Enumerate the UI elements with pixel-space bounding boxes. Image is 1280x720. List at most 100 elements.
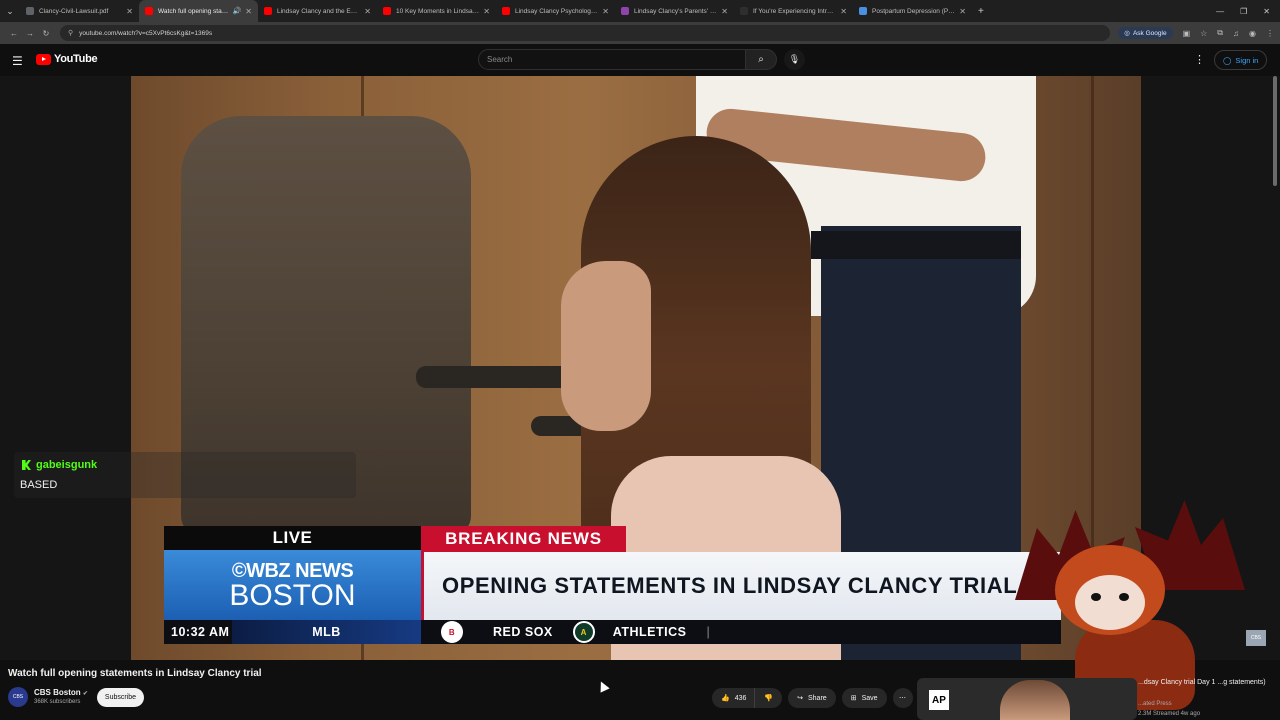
mascot-eye [1091,593,1101,601]
browser-tab[interactable]: Lindsay Clancy Psychologist Dr... ✕ [496,0,615,22]
tab-audio-icon[interactable]: 🔊 [233,7,242,15]
tab-favicon-icon [145,7,153,15]
url-field[interactable]: ⚲ youtube.com/watch?v=c5XvPt6csKg&t=1369… [60,25,1111,41]
video-title: Watch full opening statements in Lindsay… [8,668,262,679]
channel-name[interactable]: CBS Boston ✔ [34,688,88,697]
share-button[interactable]: ↪ Share [788,688,836,708]
browser-tab-strip: ⌄ Clancy-Civil-Lawsuit.pdf ✕ Watch full op… [0,0,1280,22]
tab-label: Lindsay Clancy Psychologist Dr... [515,7,598,15]
media-icon[interactable]: ♫ [1233,29,1239,38]
address-bar-row: ← → ↻ ⚲ youtube.com/watch?v=c5XvPt6csKg&… [0,22,1280,44]
chat-username-text: gabeisgunk [36,459,98,471]
save-button[interactable]: ⊞ Save [841,688,887,708]
google-lens-icon: ◎ [1124,30,1130,37]
live-tag: LIVE [164,526,421,550]
dislike-button[interactable]: 👎 [754,688,783,708]
tab-close-icon[interactable]: ✕ [245,7,252,16]
mascot-eye [1119,593,1129,601]
tab-close-icon[interactable]: ✕ [483,7,490,16]
minimize-icon[interactable]: — [1216,7,1224,16]
tab-label: Watch full opening stateme... [158,7,230,15]
save-label: Save [861,694,878,702]
youtube-wordmark: YouTube [54,53,98,65]
browser-tab[interactable]: Watch full opening stateme...🔊✕ [139,0,258,22]
account-icon: ◯ [1223,55,1232,65]
tab-close-icon[interactable]: ✕ [840,7,847,16]
install-icon[interactable]: ▣ [1183,29,1191,38]
more-actions-button[interactable]: ⋯ [892,688,913,708]
tab-favicon-icon [26,7,34,15]
browser-tab[interactable]: Lindsay Clancy's Parents' $1 M...✕ [615,0,734,22]
youtube-play-icon [36,53,51,65]
channel-avatar[interactable]: CBS [8,687,28,707]
tab-favicon-icon [502,7,510,15]
ticker-separator: | [706,625,711,639]
browser-menu-icon[interactable]: ⋮ [1266,29,1274,38]
page-scrollbar[interactable] [1273,76,1277,186]
settings-menu-icon[interactable]: ⋮ [1194,53,1205,66]
chat-message: BASED [20,479,58,491]
microphone-icon: 🎙 [788,54,801,64]
browser-tab[interactable]: 10 Key Moments in Lindsay Cla... ✕ [377,0,496,22]
bookmark-star-icon[interactable]: ☆ [1200,29,1207,38]
ask-google-label: Ask Google [1132,29,1167,37]
red-sox-logo-icon: B [441,621,463,643]
browser-tab[interactable]: Clancy-Civil-Lawsuit.pdf ✕ [20,0,139,22]
share-label: Share [808,694,827,702]
tab-favicon-icon [740,7,748,15]
search-icon: ⌕ [758,54,764,65]
related-stats: 2.3M Streamed 4w ago [1138,711,1201,717]
tab-search-icon[interactable]: ⌄ [0,0,20,22]
tab-label: Lindsay Clancy's Parents' $1 M... [634,7,718,15]
youtube-logo[interactable]: YouTube [36,53,98,65]
mascot-face [1075,575,1145,630]
search-placeholder: Search [487,55,513,64]
thumbs-up-icon: 👍 [721,695,730,702]
subscriber-count: 368K subscribers [34,699,81,705]
ticker-team-2: ATHLETICS [612,625,687,639]
restore-icon[interactable]: ❐ [1240,7,1247,16]
tab-label: Lindsay Clancy and the Evidenc... [277,7,360,15]
site-info-icon[interactable]: ⚲ [68,29,73,37]
news-headline: OPENING STATEMENTS IN LINDSAY CLANCY TRI… [421,552,1061,620]
close-window-icon[interactable]: ✕ [1263,7,1270,16]
sign-in-button[interactable]: ◯ Sign in [1214,50,1268,70]
related-video-title[interactable]: ...dsay Clancy trial Day 1 ...g statemen… [1138,678,1278,688]
verified-icon: ✔ [82,691,88,697]
mouse-cursor-icon [596,679,610,693]
browser-tab[interactable]: If You're Experiencing Intrusive... ✕ [734,0,853,22]
voice-search-button[interactable]: 🎙 [784,49,805,70]
tab-close-icon[interactable]: ✕ [959,7,966,16]
cbs-watermark-icon: CBS [1246,630,1266,646]
ask-google-button[interactable]: ◎ Ask Google [1118,27,1173,39]
tab-close-icon[interactable]: ✕ [364,7,371,16]
forward-icon[interactable]: → [22,29,38,38]
browser-tab[interactable]: Postpartum Depression (PPD): ... ✕ [853,0,972,22]
tab-label: 10 Key Moments in Lindsay Cla... [396,7,479,15]
profile-icon[interactable]: ◉ [1249,29,1256,38]
ticker-team-1: RED SOX [493,625,553,639]
tab-close-icon[interactable]: ✕ [126,7,133,16]
youtube-header: ☰ YouTube Search ⌕ 🎙 ⋮ ◯ Sign in [0,44,1280,76]
back-icon[interactable]: ← [6,29,22,38]
browser-tab[interactable]: Lindsay Clancy and the Evidenc... ✕ [258,0,377,22]
tab-close-icon[interactable]: ✕ [602,7,609,16]
extensions-icon[interactable]: ⧉ [1217,28,1223,38]
station-city: BOSTON [229,578,356,612]
news-ticker: 10:32 AM MLB B RED SOX A ATHLETICS | [164,620,1061,644]
search-button[interactable]: ⌕ [745,49,777,70]
related-channel: ...ated Press [1138,701,1172,707]
reload-icon[interactable]: ↻ [38,29,54,38]
like-button[interactable]: 👍 436 [712,688,755,708]
new-tab-button[interactable]: + [972,6,990,17]
related-video-meta: ...ated Press 2.3M Streamed 4w ago [1138,699,1200,719]
channel-name-text: CBS Boston [34,688,81,697]
athletics-logo-icon: A [572,621,595,643]
tab-favicon-icon [383,7,391,15]
tab-close-icon[interactable]: ✕ [721,7,728,16]
like-count: 436 [734,694,747,702]
menu-icon[interactable]: ☰ [12,54,23,68]
search-input[interactable]: Search [478,49,746,70]
url-text: youtube.com/watch?v=c5XvPt6csKg&t=1369s [79,29,213,37]
subscribe-button[interactable]: Subscribe [97,688,144,707]
